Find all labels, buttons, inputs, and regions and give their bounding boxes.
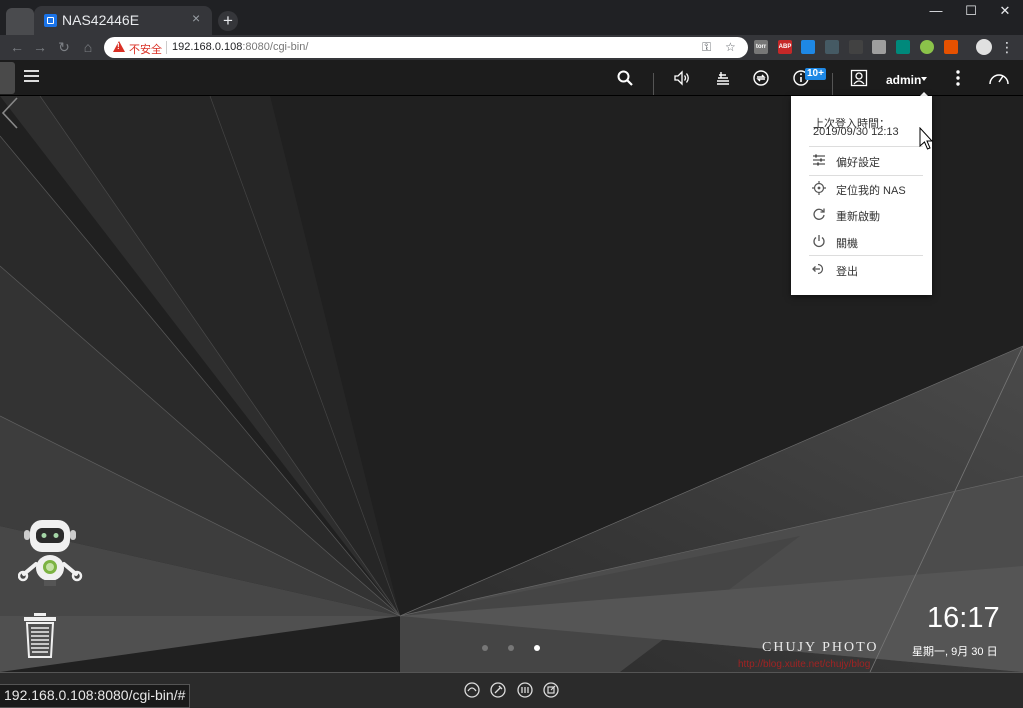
note-extension-icon[interactable] <box>872 40 886 54</box>
star-icon[interactable]: ☆ <box>725 40 736 54</box>
back-arrow-icon[interactable]: ← <box>9 39 25 55</box>
qts-top-bar: 10+ admin <box>0 60 1023 96</box>
helpdesk-robot-icon[interactable] <box>18 518 84 592</box>
menu-item-preferences[interactable]: 偏好設定 <box>791 149 932 173</box>
menu-item-logout[interactable]: 登出 <box>791 258 932 282</box>
link-status-bar: 192.168.0.108:8080/cgi-bin/# <box>0 684 191 708</box>
notification-badge: 10+ <box>805 68 826 80</box>
tab-title: NAS42446E <box>62 12 140 28</box>
sync-icon[interactable] <box>752 69 770 87</box>
watermark-url: http://blog.xuite.net/chujy/blog <box>738 659 871 670</box>
notes-icon[interactable] <box>543 682 559 698</box>
user-name-button[interactable]: admin <box>886 73 921 87</box>
volume-icon[interactable] <box>673 69 691 87</box>
warning-icon <box>113 41 125 52</box>
hidden-tab[interactable] <box>6 8 34 35</box>
gem-extension-icon[interactable] <box>944 40 958 54</box>
browser-tab-strip: NAS42446E × + — ☐ ✕ <box>0 0 1023 35</box>
page-dot[interactable] <box>482 645 488 651</box>
url-text: 192.168.0.108:8080/cgi-bin/ <box>172 41 308 53</box>
url-path: :8080/cgi-bin/ <box>242 41 309 53</box>
browser-tab[interactable]: NAS42446E × <box>34 6 212 35</box>
side-handle[interactable] <box>0 62 15 94</box>
menu-item-restart[interactable]: 重新啟動 <box>791 203 932 227</box>
mouse-cursor-icon <box>919 127 933 150</box>
menu-divider <box>809 175 923 176</box>
desktop-clock: 16:17 <box>927 602 1000 634</box>
logout-icon <box>812 263 824 275</box>
menu-item-label: 關機 <box>836 238 858 250</box>
address-bar[interactable]: 不安全 192.168.0.108:8080/cgi-bin/ ⚿ ☆ <box>104 37 748 58</box>
omnibox-divider <box>166 41 167 54</box>
menu-divider <box>809 255 923 256</box>
photo-watermark: CHUJY PHOTO <box>762 640 879 655</box>
previous-page-arrow-icon[interactable] <box>0 96 20 130</box>
power-icon <box>813 235 825 248</box>
new-tab-button[interactable]: + <box>218 11 238 31</box>
restart-icon <box>813 208 825 220</box>
torrent-extension-icon[interactable]: torr <box>754 40 768 54</box>
tools-icon[interactable] <box>490 682 506 698</box>
bird-extension-icon[interactable] <box>849 40 863 54</box>
minimize-button[interactable]: — <box>926 3 946 18</box>
menu-item-shutdown[interactable]: 關機 <box>791 230 932 254</box>
chevron-down-icon <box>921 77 927 81</box>
browser-menu-icon[interactable]: ⋮ <box>1000 39 1014 56</box>
user-dropdown-menu: 上次登入時間： 2019/09/30 12:13 偏好設定 定位我的 NAS 重… <box>791 96 932 295</box>
main-menu-icon[interactable] <box>24 70 39 83</box>
last-login-time: 2019/09/30 12:13 <box>813 126 899 138</box>
tab-close-icon[interactable]: × <box>192 10 200 26</box>
columns-icon[interactable] <box>517 682 533 698</box>
menu-item-label: 定位我的 NAS <box>836 185 906 197</box>
search-icon[interactable] <box>616 69 634 87</box>
menu-item-label: 登出 <box>836 266 858 278</box>
recycle-bin-icon[interactable] <box>22 612 58 658</box>
desktop-date: 星期一, 9月 30 日 <box>912 646 998 658</box>
maximize-button[interactable]: ☐ <box>961 3 981 19</box>
menu-divider <box>809 146 923 147</box>
menu-item-label: 偏好設定 <box>836 157 880 169</box>
adblock-extension-icon[interactable]: ABP <box>778 40 792 54</box>
locate-icon <box>812 181 826 195</box>
page-dot[interactable] <box>508 645 514 651</box>
qsync-icon[interactable] <box>464 682 480 698</box>
close-window-button[interactable]: ✕ <box>995 3 1015 19</box>
qnap-favicon-icon <box>44 14 57 27</box>
home-icon[interactable]: ⌂ <box>80 39 96 55</box>
key-icon[interactable]: ⚿ <box>702 40 711 55</box>
round-extension-icon[interactable] <box>920 40 934 54</box>
user-icon[interactable] <box>850 69 868 87</box>
ghost-extension-icon[interactable] <box>825 40 839 54</box>
dashboard-gauge-icon[interactable] <box>988 69 1010 87</box>
menu-item-locate-nas[interactable]: 定位我的 NAS <box>791 177 932 201</box>
more-options-icon[interactable] <box>949 69 967 87</box>
browser-toolbar: ← → ↻ ⌂ 不安全 192.168.0.108:8080/cgi-bin/ … <box>0 35 1023 60</box>
security-label[interactable]: 不安全 <box>129 41 162 57</box>
topbar-divider <box>653 73 654 95</box>
topbar-divider <box>832 73 833 95</box>
background-tasks-icon[interactable] <box>714 69 732 87</box>
photo-extension-icon[interactable] <box>896 40 910 54</box>
profile-avatar[interactable] <box>976 39 992 55</box>
share-extension-icon[interactable] <box>801 40 815 54</box>
preferences-icon <box>813 154 825 166</box>
page-dot-active[interactable] <box>534 645 540 651</box>
url-host: 192.168.0.108 <box>172 41 243 53</box>
menu-item-label: 重新啟動 <box>836 211 880 223</box>
forward-arrow-icon[interactable]: → <box>32 39 48 55</box>
reload-icon[interactable]: ↻ <box>56 39 72 56</box>
